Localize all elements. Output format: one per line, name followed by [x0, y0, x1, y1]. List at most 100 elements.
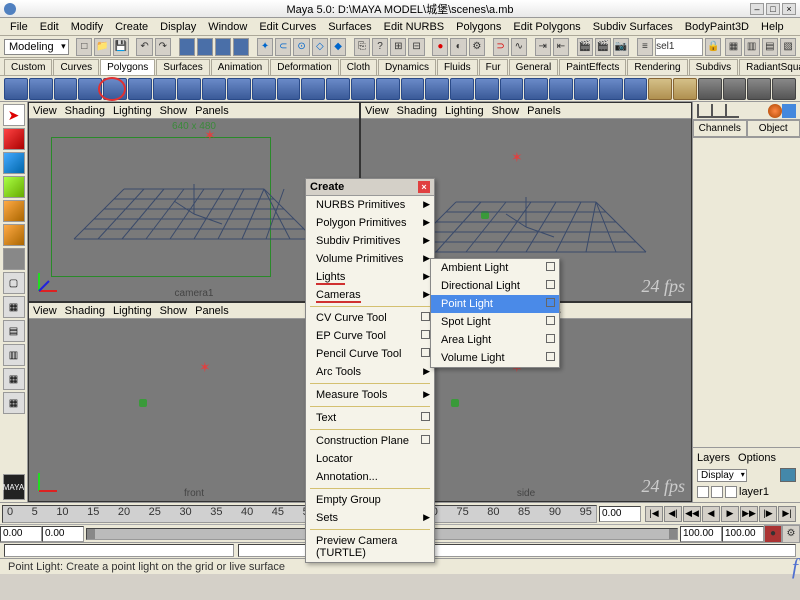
play-fwd-icon[interactable]: ▶ [721, 506, 739, 522]
menu-file[interactable]: File [4, 19, 34, 35]
shelf-tab-fur[interactable]: Fur [479, 59, 508, 75]
layout-custom-icon[interactable]: ▦ [3, 392, 25, 414]
shelf-item-10[interactable] [252, 78, 276, 100]
shelf-item-13[interactable] [326, 78, 350, 100]
minimize-button[interactable]: – [750, 3, 764, 15]
shelf-item-21[interactable] [524, 78, 548, 100]
menu-item-empty-group[interactable]: Empty Group [306, 491, 434, 509]
tb-lasso-icon[interactable] [197, 38, 213, 56]
shelf-item-28[interactable] [698, 78, 722, 100]
shelf-item-12[interactable] [301, 78, 325, 100]
tb-curve-icon[interactable]: ∿ [511, 38, 527, 56]
light-directional-light[interactable]: Directional Light [431, 277, 559, 295]
tb-snap-plane-icon[interactable]: ◇ [312, 38, 328, 56]
tb-in-icon[interactable]: ⇥ [535, 38, 551, 56]
vp-menu-panels[interactable]: Panels [195, 305, 229, 317]
sphere-icon[interactable] [768, 104, 782, 118]
menu-item-text[interactable]: Text [306, 409, 434, 427]
menu-item-sets[interactable]: Sets▶ [306, 509, 434, 527]
tb-renderglobals-icon[interactable]: ⚙ [469, 38, 485, 56]
tb-snap-point-icon[interactable]: ⊙ [293, 38, 309, 56]
tb-clap2-icon[interactable]: 🎬 [595, 38, 611, 56]
prefs-icon[interactable]: ⚙ [782, 525, 800, 543]
light-volume-light[interactable]: Volume Light [431, 349, 559, 367]
light-point-light[interactable]: Point Light [431, 295, 559, 313]
vp-menu-lighting[interactable]: Lighting [445, 105, 484, 117]
range-end-field[interactable] [680, 526, 722, 542]
tb-pane1-icon[interactable]: ▦ [725, 38, 741, 56]
next-key-icon[interactable]: ▶▶ [740, 506, 758, 522]
tb-output-icon[interactable]: ⊞ [390, 38, 406, 56]
range-anim-start[interactable] [0, 526, 42, 542]
shelf-tab-polygons[interactable]: Polygons [100, 59, 155, 75]
sel-field[interactable] [655, 38, 703, 56]
vp-menu-lighting[interactable]: Lighting [113, 305, 152, 317]
step-fwd-icon[interactable]: |▶ [759, 506, 777, 522]
scale-tool-icon[interactable] [3, 176, 25, 198]
shelf-item-25[interactable] [624, 78, 648, 100]
vp-menu-show[interactable]: Show [160, 105, 188, 117]
light-spot-light[interactable]: Spot Light [431, 313, 559, 331]
vp-menu-shading[interactable]: Shading [65, 105, 105, 117]
tb-cam-icon[interactable]: 📷 [613, 38, 629, 56]
tab-channels[interactable]: Channels [693, 120, 747, 137]
tb-sel-icon[interactable] [179, 38, 195, 56]
tb-redo-icon[interactable]: ↷ [155, 38, 171, 56]
tb-clap-icon[interactable]: 🎬 [577, 38, 593, 56]
vp-menu[interactable]: ViewShadingLightingShowPanels [29, 103, 359, 119]
shelf-item-0[interactable] [4, 78, 28, 100]
shelf-item-11[interactable] [277, 78, 301, 100]
menu-create[interactable]: Create [109, 19, 154, 35]
menu-item-cameras[interactable]: Cameras▶ [306, 286, 434, 304]
layer-color-swatch[interactable] [725, 486, 737, 498]
menu-surfaces[interactable]: Surfaces [322, 19, 377, 35]
menu-polygons[interactable]: Polygons [450, 19, 507, 35]
shelf-tab-surfaces[interactable]: Surfaces [156, 59, 209, 75]
step-back-icon[interactable]: ◀| [664, 506, 682, 522]
align-l-icon[interactable] [697, 104, 711, 118]
shelf-item-18[interactable] [450, 78, 474, 100]
shelf-tab-subdivs[interactable]: Subdivs [689, 59, 739, 75]
menu-subdiv-surfaces[interactable]: Subdiv Surfaces [587, 19, 679, 35]
go-start-icon[interactable]: |◀ [645, 506, 663, 522]
tab-object[interactable]: Object [747, 120, 800, 137]
shelf-item-2[interactable] [54, 78, 78, 100]
align-r-icon[interactable] [725, 104, 739, 118]
menu-item-measure-tools[interactable]: Measure Tools▶ [306, 386, 434, 404]
shelf-tab-rendering[interactable]: Rendering [627, 59, 687, 75]
shelf-item-15[interactable] [376, 78, 400, 100]
shelf-item-4[interactable] [103, 78, 127, 100]
vp-menu[interactable]: ViewShadingLightingShowPanels [361, 103, 691, 119]
shelf-item-20[interactable] [500, 78, 524, 100]
shelf-item-16[interactable] [401, 78, 425, 100]
menu-item-cv-curve-tool[interactable]: CV Curve Tool [306, 309, 434, 327]
mode-selector[interactable]: Modeling [4, 39, 69, 55]
command-input[interactable] [4, 544, 234, 557]
shelf-tab-curves[interactable]: Curves [53, 59, 99, 75]
vp-menu-shading[interactable]: Shading [397, 105, 437, 117]
tb-save-icon[interactable]: 💾 [113, 38, 129, 56]
vp-menu-show[interactable]: Show [160, 305, 188, 317]
vp-menu-view[interactable]: View [365, 105, 389, 117]
menu-window[interactable]: Window [202, 19, 253, 35]
tb-list-icon[interactable]: ≡ [637, 38, 653, 56]
vp-menu-panels[interactable]: Panels [195, 105, 229, 117]
menu-item-ep-curve-tool[interactable]: EP Curve Tool [306, 327, 434, 345]
light-area-light[interactable]: Area Light [431, 331, 559, 349]
range-start-field[interactable] [42, 526, 84, 542]
layout-3-icon[interactable]: ▦ [3, 368, 25, 390]
menu-bar[interactable]: FileEditModifyCreateDisplayWindowEdit Cu… [0, 18, 800, 36]
tb-snap-curve-icon[interactable]: ⊂ [275, 38, 291, 56]
shelf-item-8[interactable] [202, 78, 226, 100]
move-tool-icon[interactable] [3, 128, 25, 150]
menu-item-nurbs-primitives[interactable]: NURBS Primitives▶ [306, 196, 434, 214]
shelf-item-14[interactable] [351, 78, 375, 100]
vp-menu-shading[interactable]: Shading [65, 305, 105, 317]
layout-2h-icon[interactable]: ▤ [3, 320, 25, 342]
shelf-item-30[interactable] [747, 78, 771, 100]
last-tool-icon[interactable] [3, 248, 25, 270]
shelf-item-31[interactable] [772, 78, 796, 100]
shelf-item-29[interactable] [723, 78, 747, 100]
vp-menu-view[interactable]: View [33, 305, 57, 317]
shelf-icons[interactable] [0, 76, 800, 102]
